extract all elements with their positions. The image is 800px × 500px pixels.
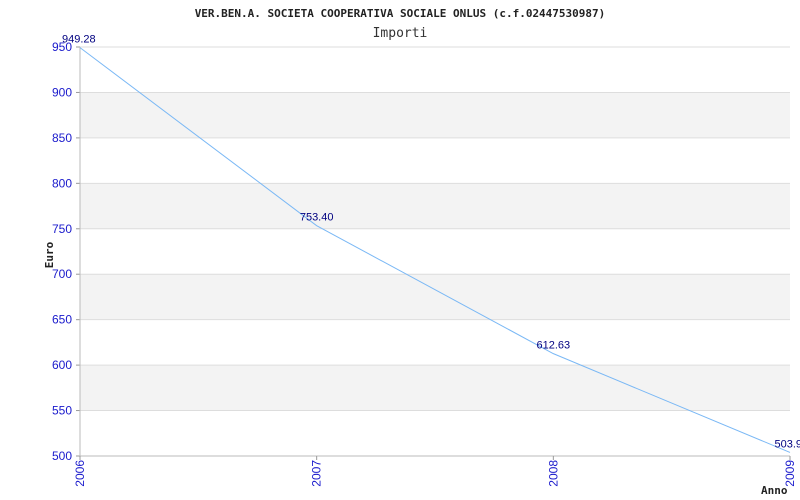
y-tick-label: 750 <box>52 222 72 236</box>
y-tick-label: 850 <box>52 131 72 145</box>
data-label: 503.9 <box>774 438 800 450</box>
y-tick-label: 500 <box>52 449 72 463</box>
x-tick-label: 2006 <box>73 460 87 487</box>
y-tick-label: 600 <box>52 358 72 372</box>
line-chart: VER.BEN.A. SOCIETA COOPERATIVA SOCIALE O… <box>43 7 800 497</box>
data-label: 949.28 <box>62 34 96 46</box>
grid-band <box>80 183 790 229</box>
data-label: 612.63 <box>537 340 571 352</box>
data-label: 753.40 <box>300 212 334 224</box>
chart-subtitle: Importi <box>373 26 428 41</box>
y-tick-label: 650 <box>52 313 72 327</box>
x-tick-label: 2008 <box>546 460 560 487</box>
grid-band <box>80 274 790 320</box>
x-tick-label: 2009 <box>783 460 797 487</box>
y-tick-label: 900 <box>52 85 72 99</box>
x-tick-labels: 2006 2007 2008 2009 <box>73 460 797 487</box>
y-tick-label: 700 <box>52 267 72 281</box>
x-tick-label: 2007 <box>310 460 324 487</box>
y-tick-label: 550 <box>52 404 72 418</box>
grid-band <box>80 365 790 411</box>
x-axis-label: Anno <box>761 484 788 497</box>
y-axis-label: Euro <box>43 241 56 268</box>
chart-title: VER.BEN.A. SOCIETA COOPERATIVA SOCIALE O… <box>195 7 606 20</box>
y-tick-label: 800 <box>52 176 72 190</box>
grid-band <box>80 92 790 138</box>
grid-bands <box>80 92 790 411</box>
